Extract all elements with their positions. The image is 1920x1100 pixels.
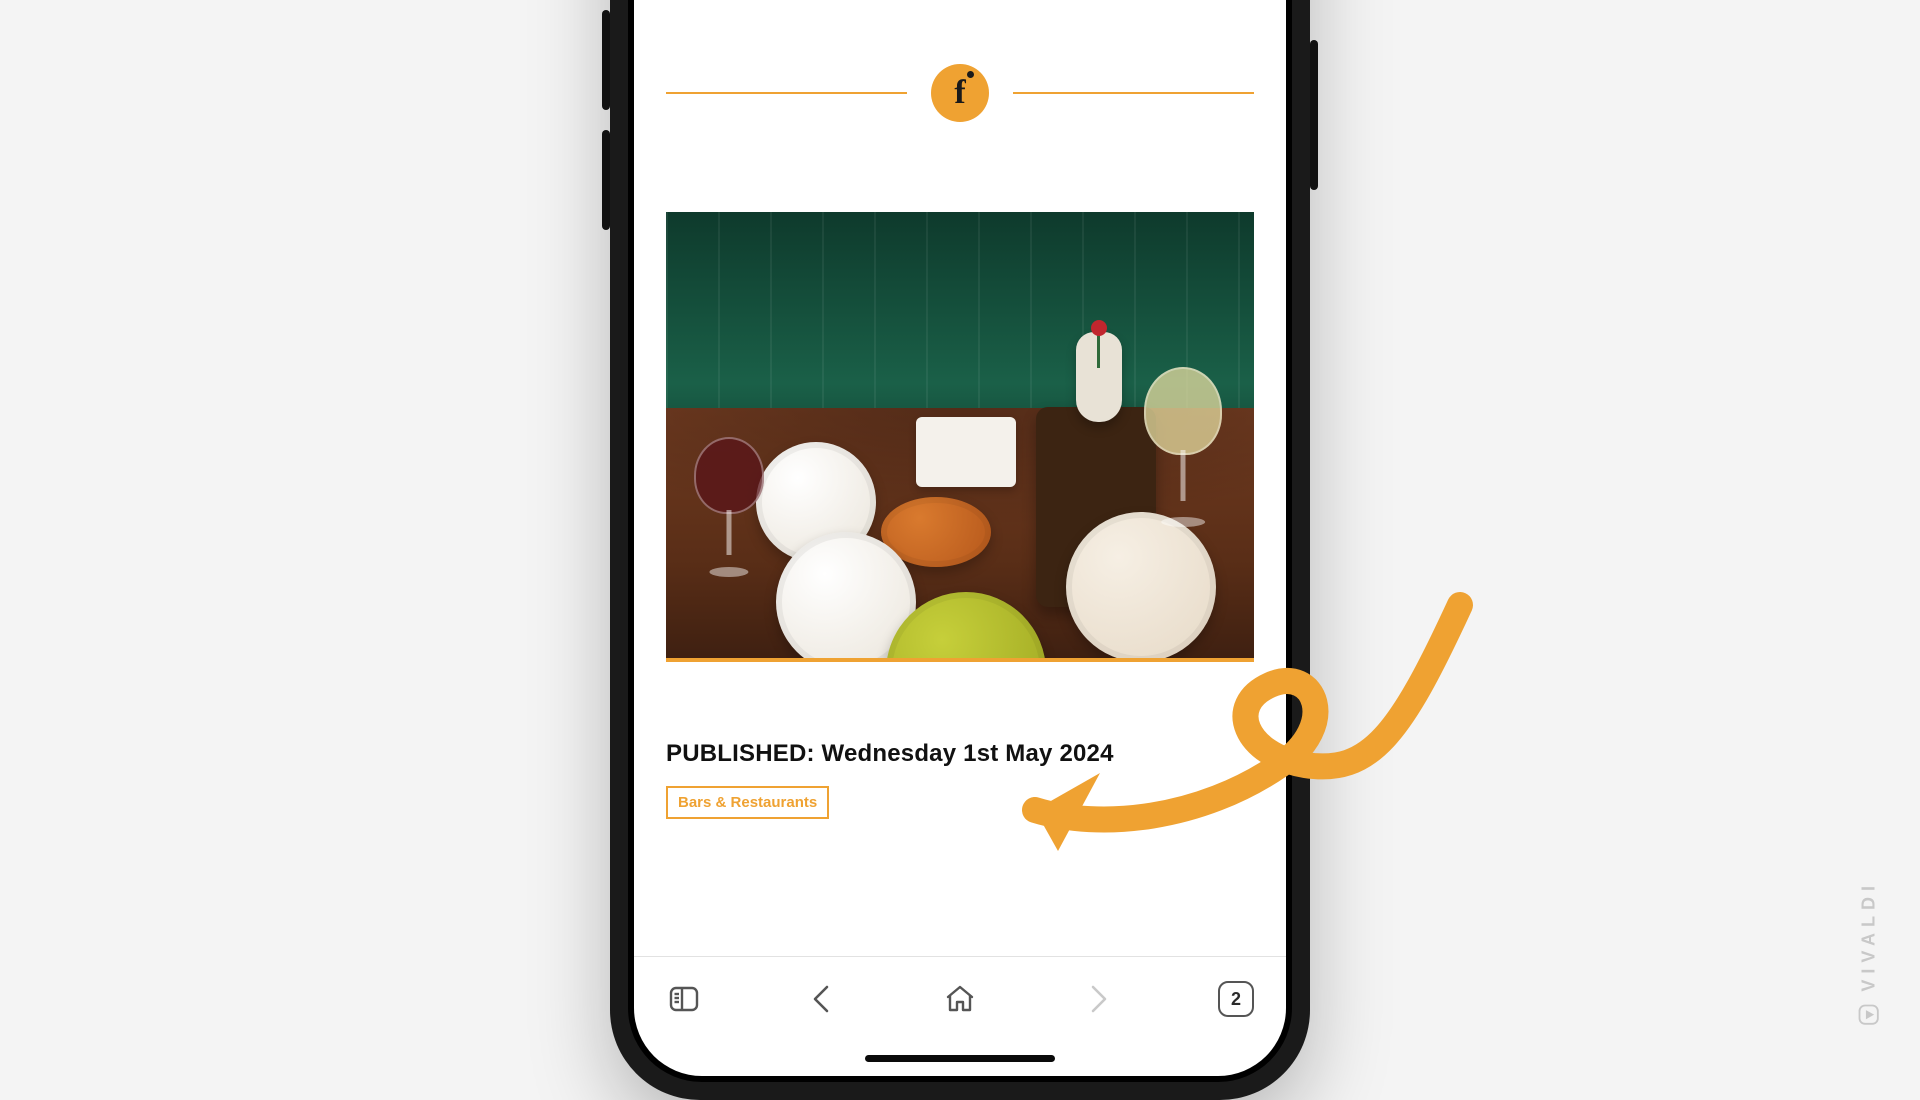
category-tag[interactable]: Bars & Restaurants [666, 786, 829, 819]
home-button[interactable] [940, 979, 980, 1019]
panel-button[interactable] [664, 979, 704, 1019]
brand-logo-letter: f [954, 74, 965, 112]
vivaldi-logo-icon [1858, 1004, 1880, 1026]
phone-screen: f [634, 0, 1286, 1076]
vivaldi-watermark: VIVALDI [1858, 880, 1880, 1026]
panel-icon [668, 983, 700, 1015]
hero-flower [1091, 320, 1107, 336]
brand-divider: f [666, 64, 1254, 122]
phone-volume-up [602, 10, 610, 110]
chevron-right-icon [1084, 983, 1112, 1015]
phone-bezel: f [628, 0, 1292, 1082]
hero-wine-white [1144, 367, 1222, 527]
home-indicator[interactable] [865, 1055, 1055, 1062]
hero-image[interactable] [666, 212, 1254, 662]
phone-frame: f [610, 0, 1310, 1100]
phone-power-button [1310, 40, 1318, 190]
divider-line-left [666, 92, 907, 94]
phone-volume-down [602, 130, 610, 230]
page-content[interactable]: f [634, 0, 1286, 956]
hero-napkin [916, 417, 1016, 487]
home-icon [944, 983, 976, 1015]
tab-count-value: 2 [1231, 989, 1241, 1010]
tab-count-badge: 2 [1218, 981, 1254, 1017]
hero-wine-red [694, 437, 764, 577]
back-button[interactable] [802, 979, 842, 1019]
forward-button [1078, 979, 1118, 1019]
tabs-button[interactable]: 2 [1216, 979, 1256, 1019]
divider-line-right [1013, 92, 1254, 94]
watermark-text: VIVALDI [1859, 880, 1880, 992]
published-date: PUBLISHED: Wednesday 1st May 2024 [666, 740, 1254, 768]
hero-plate [1066, 512, 1216, 662]
chevron-left-icon [808, 983, 836, 1015]
article-meta: PUBLISHED: Wednesday 1st May 2024 Bars &… [666, 740, 1254, 819]
brand-logo[interactable]: f [931, 64, 989, 122]
hero-image-wrap [666, 212, 1254, 662]
